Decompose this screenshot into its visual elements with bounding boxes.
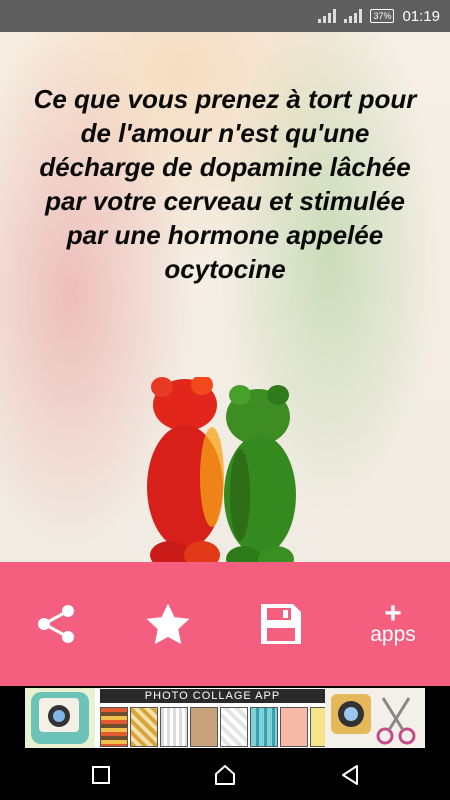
scissors-camera-icon — [325, 688, 425, 748]
gummy-bears-image — [147, 377, 296, 562]
signal-icon — [318, 9, 337, 23]
navigation-bar — [0, 750, 450, 800]
ad-banner[interactable]: PHOTO COLLAGE APP — [0, 686, 450, 750]
apps-label: apps — [370, 623, 416, 646]
clock: 01:19 — [402, 7, 440, 25]
save-button[interactable] — [236, 562, 326, 686]
quote-text: Ce que vous prenez à tort pour de l'amou… — [33, 84, 417, 284]
share-icon — [38, 605, 74, 643]
apps-button[interactable]: + apps — [348, 562, 438, 686]
status-bar: 37% 01:19 — [0, 0, 450, 32]
action-bar: + apps — [0, 562, 450, 686]
battery-level: 37% — [373, 11, 392, 21]
floppy-disk-icon — [261, 604, 301, 644]
signal-icon-2 — [344, 9, 363, 23]
star-icon — [146, 603, 190, 645]
back-icon[interactable] — [338, 763, 362, 787]
share-button[interactable] — [12, 562, 102, 686]
ad-content[interactable]: PHOTO COLLAGE APP — [25, 688, 425, 748]
home-icon[interactable] — [213, 763, 237, 787]
favorite-button[interactable] — [123, 562, 213, 686]
ad-title: PHOTO COLLAGE APP — [100, 689, 325, 703]
red-gummy-bear — [147, 377, 224, 562]
green-gummy-bear — [224, 385, 296, 562]
quote-image: Ce que vous prenez à tort pour de l'amou… — [0, 32, 450, 562]
collage-app-icon — [25, 688, 95, 748]
recents-icon[interactable] — [89, 763, 113, 787]
ad-pattern-tiles — [100, 707, 338, 747]
battery-icon: 37% — [370, 9, 395, 23]
plus-icon: + — [384, 597, 402, 630]
